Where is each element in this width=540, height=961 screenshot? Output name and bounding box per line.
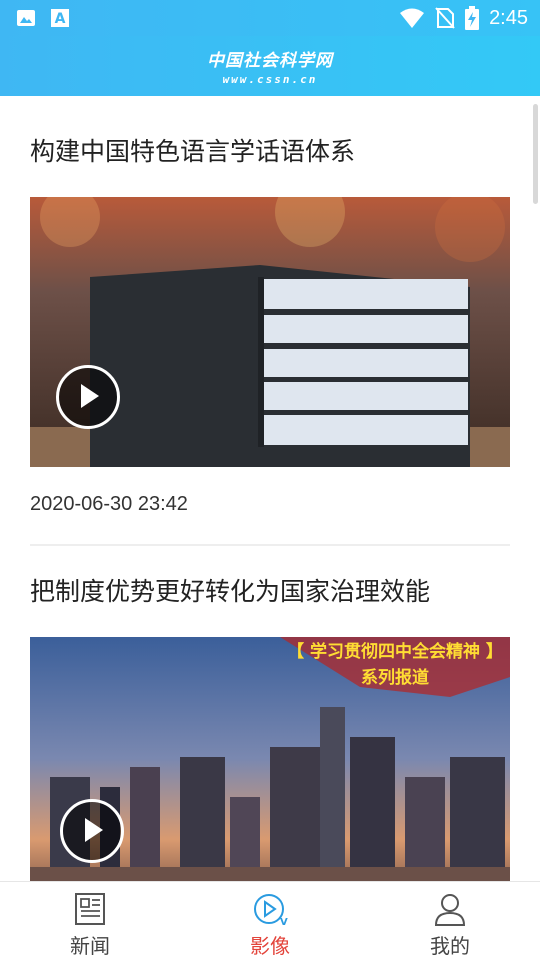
font-icon: A [51,9,69,27]
nav-video[interactable]: V 影像 [180,882,360,961]
wifi-icon [400,8,425,28]
books-image [30,197,510,467]
newspaper-icon [75,893,105,925]
svg-text:A: A [55,11,66,27]
app-header: 中国社会科学网 www.cssn.cn [0,36,540,96]
status-time: 2:45 [489,6,528,29]
status-bar: A 2:45 [0,0,540,36]
nav-mine[interactable]: 我的 [360,882,540,961]
person-icon [434,894,466,926]
battery-charging-icon [465,6,480,30]
nav-news[interactable]: 新闻 [0,882,180,961]
article-item[interactable]: 把制度优势更好转化为国家治理效能 【 学习贯彻四中全会精神 】 系列报道 [30,576,510,881]
nav-video-label: 影像 [250,934,290,958]
article-title[interactable]: 构建中国特色语言学话语体系 [30,136,510,168]
site-url: www.cssn.cn [222,73,318,86]
play-video-icon: V [254,894,288,926]
video-thumbnail[interactable] [30,197,510,467]
banner-text: 【 学习贯彻四中全会精神 】 系列报道 [287,642,503,688]
play-button[interactable] [60,799,124,863]
gallery-icon [17,10,35,26]
play-button[interactable] [56,365,120,429]
nav-news-label: 新闻 [70,934,110,958]
scrollbar[interactable] [533,104,538,204]
item-divider [30,544,510,546]
svg-text:V: V [280,917,288,926]
video-thumbnail[interactable]: 【 学习贯彻四中全会精神 】 系列报道 [30,637,510,881]
nav-mine-label: 我的 [430,934,470,958]
no-sim-icon [435,7,455,29]
video-feed[interactable]: 构建中国特色语言学话语体系 2020-06-30 23:42 把制度优势更好转化… [0,96,540,881]
bottom-nav: 新闻 V 影像 我的 [0,881,540,961]
article-date: 2020-06-30 23:42 [30,493,188,515]
article-title[interactable]: 把制度优势更好转化为国家治理效能 [30,576,510,608]
article-item[interactable]: 构建中国特色语言学话语体系 2020-06-30 23:42 [30,136,510,546]
site-logo: 中国社会科学网 [207,51,333,71]
